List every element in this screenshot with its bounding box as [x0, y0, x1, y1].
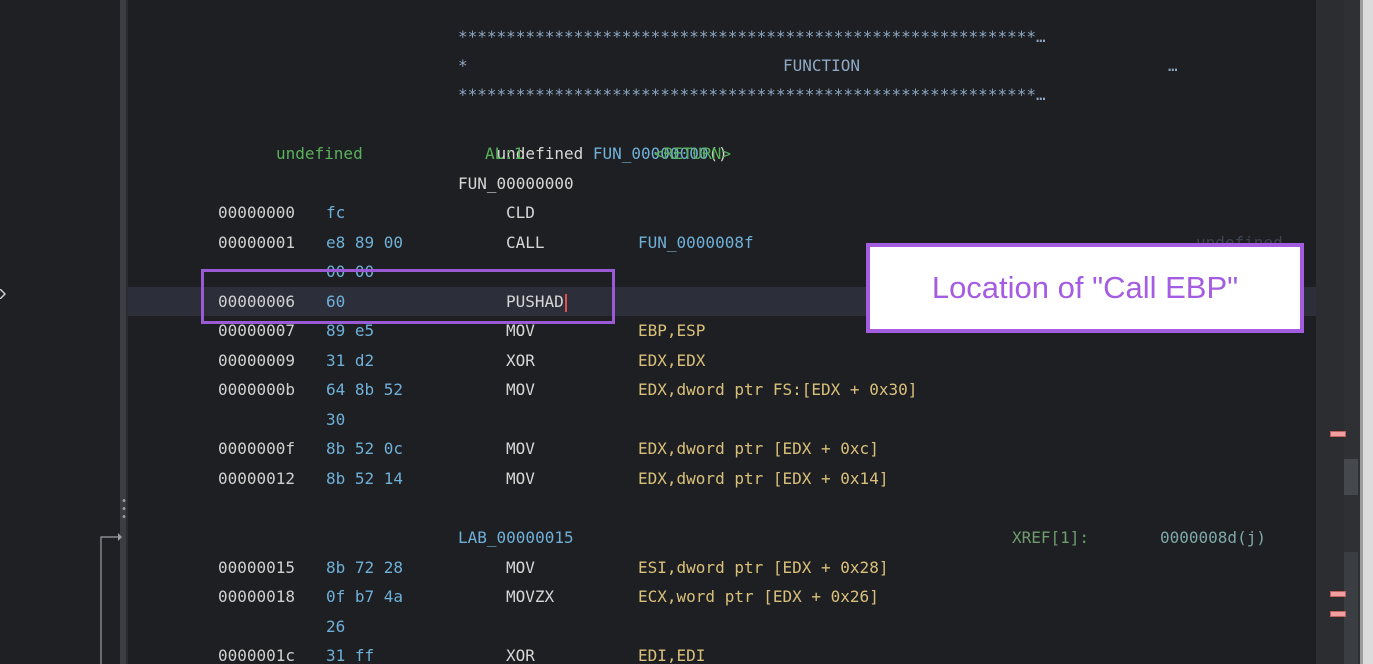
- header-stars-bottom: ****************************************…: [458, 85, 1046, 104]
- header-function-star: *: [458, 56, 468, 75]
- row-mnemonic[interactable]: MOVZX: [506, 582, 554, 611]
- row-bytes: 8b 52 14: [326, 469, 404, 488]
- row-operand[interactable]: EBP,ESP: [638, 316, 705, 345]
- function-signature[interactable]: undefined FUN_00000000(): [458, 110, 728, 163]
- row-bytes-continuation: 30: [326, 410, 346, 429]
- row-mnemonic[interactable]: CALL: [506, 228, 545, 257]
- scrollbar-thumb[interactable]: [1344, 459, 1358, 495]
- row-bytes: 64 8b 52: [326, 380, 404, 399]
- row-bytes: fc: [326, 203, 346, 222]
- header-function-title: FUNCTION: [783, 56, 861, 75]
- row-mnemonic[interactable]: XOR: [506, 346, 535, 375]
- bookmark-marker[interactable]: [1330, 611, 1346, 617]
- row-bytes: 0f b7 4a: [326, 587, 404, 606]
- drag-grip-icon[interactable]: • • •: [121, 497, 127, 523]
- return-storage: AL:1: [485, 144, 524, 163]
- scrollbar-thumb-secondary[interactable]: [1344, 552, 1358, 664]
- row-operand[interactable]: EDX,dword ptr [EDX + 0xc]: [638, 434, 879, 463]
- row-operand[interactable]: EDX,EDX: [638, 346, 705, 375]
- xref-address[interactable]: 0000008d(j): [1160, 523, 1266, 552]
- function-label[interactable]: FUN_00000000: [458, 169, 574, 198]
- xref-label: XREF[1]:: [1012, 528, 1090, 547]
- row-bytes: 31 d2: [326, 351, 375, 370]
- row-address[interactable]: 0000000b: [218, 375, 295, 404]
- row-mnemonic[interactable]: CLD: [506, 198, 535, 227]
- row-bytes: 31 ff: [326, 646, 375, 664]
- bookmark-marker[interactable]: [1330, 431, 1346, 437]
- row-mnemonic[interactable]: MOV: [506, 434, 535, 463]
- flow-arrow-icon: [100, 533, 122, 664]
- annotation-callout: Location of "Call EBP": [866, 243, 1304, 333]
- row-bytes: e8 89 00: [326, 233, 404, 252]
- row-operand[interactable]: ECX,word ptr [EDX + 0x26]: [638, 582, 879, 611]
- overview-bar[interactable]: [1316, 0, 1344, 664]
- row-operand[interactable]: EDX,dword ptr [EDX + 0x14]: [638, 464, 888, 493]
- lab-label[interactable]: LAB_00000015: [458, 523, 574, 552]
- return-type: undefined: [276, 144, 363, 163]
- row-address[interactable]: 0000000f: [218, 434, 295, 463]
- row-mnemonic[interactable]: MOV: [506, 464, 535, 493]
- bookmark-marker[interactable]: [1330, 591, 1346, 597]
- header-function-ellipsis: …: [1168, 56, 1178, 75]
- row-address[interactable]: 0000001c: [218, 641, 295, 664]
- row-mnemonic[interactable]: MOV: [506, 375, 535, 404]
- window-edge-shadow: [1360, 0, 1363, 664]
- row-address[interactable]: 00000000: [218, 198, 295, 227]
- row-address[interactable]: 00000001: [218, 228, 295, 257]
- row-mnemonic[interactable]: XOR: [506, 641, 535, 664]
- callout-text: Location of "Call EBP": [931, 270, 1239, 305]
- row-mnemonic[interactable]: MOV: [506, 553, 535, 582]
- row-address[interactable]: 00000009: [218, 346, 295, 375]
- row-bytes-continuation: 26: [326, 617, 346, 636]
- header-stars-top: ****************************************…: [458, 27, 1046, 46]
- row-operand-call-target[interactable]: FUN_0000008f: [638, 228, 754, 257]
- row-address[interactable]: 00000015: [218, 553, 295, 582]
- row-operand[interactable]: EDX,dword ptr FS:[EDX + 0x30]: [638, 375, 917, 404]
- row-address[interactable]: 00000018: [218, 582, 295, 611]
- row-address[interactable]: 00000012: [218, 464, 295, 493]
- return-name: <RETURN>: [654, 144, 732, 163]
- row-operand[interactable]: ESI,dword ptr [EDX + 0x28]: [638, 553, 888, 582]
- row-operand[interactable]: EDI,EDI: [638, 641, 705, 664]
- selection-annotation-box: [201, 269, 615, 324]
- row-bytes: 8b 52 0c: [326, 439, 404, 458]
- expand-arrow-icon[interactable]: [0, 289, 6, 299]
- row-bytes: 8b 72 28: [326, 558, 404, 577]
